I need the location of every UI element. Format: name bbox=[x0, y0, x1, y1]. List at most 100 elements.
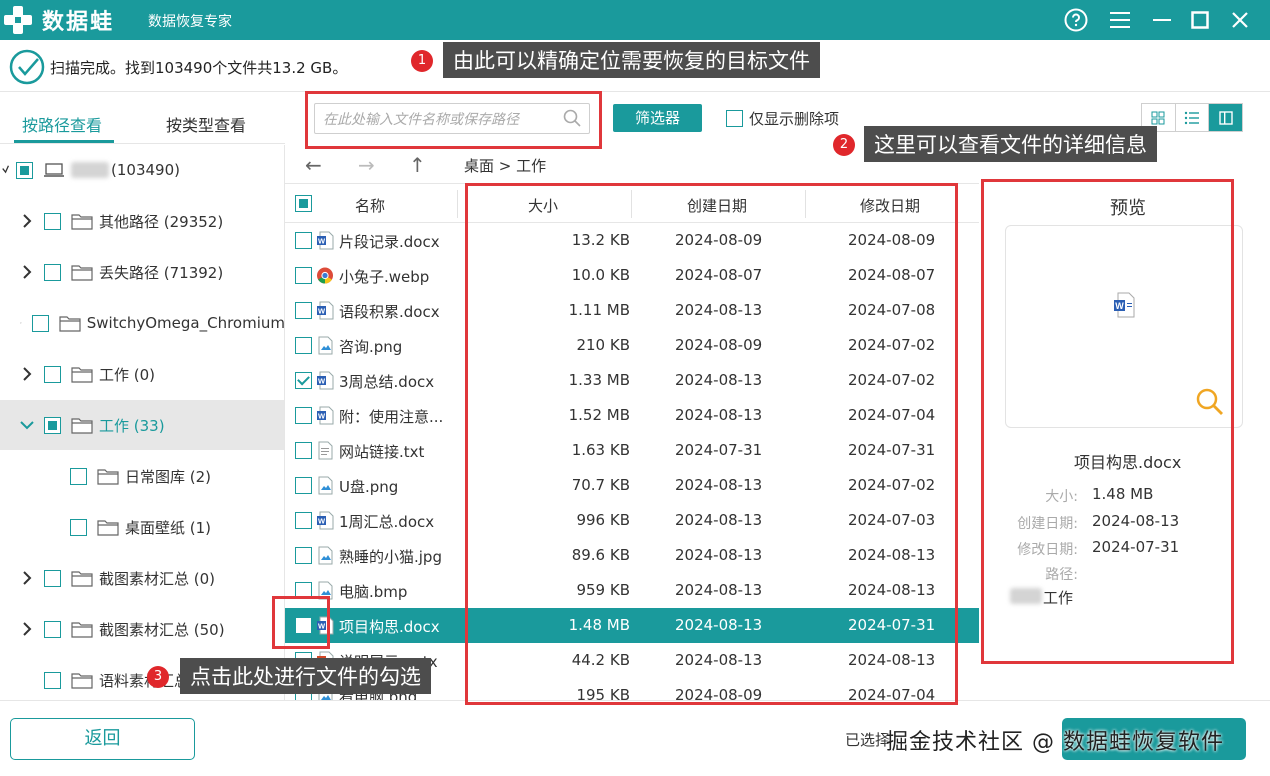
file-checkbox[interactable] bbox=[295, 582, 312, 599]
col-name-header[interactable]: 名称 bbox=[355, 195, 385, 216]
file-checkbox[interactable] bbox=[295, 512, 312, 529]
tab-by-type[interactable]: 按类型查看 bbox=[166, 112, 246, 136]
col-size-header[interactable]: 大小 bbox=[528, 195, 558, 216]
file-row[interactable]: W 1周汇总.docx 996 KB 2024-08-13 2024-07-03 bbox=[285, 503, 979, 538]
file-checkbox[interactable] bbox=[295, 407, 312, 424]
file-checkbox[interactable] bbox=[295, 267, 312, 284]
chevron-right-icon[interactable] bbox=[20, 214, 34, 228]
file-checkbox[interactable] bbox=[295, 547, 312, 564]
preview-path-value: 工作 bbox=[1043, 589, 1074, 607]
file-row[interactable]: 电脑.bmp 959 KB 2024-08-13 2024-08-13 bbox=[285, 573, 979, 608]
tree-item[interactable]: (103490) bbox=[0, 145, 284, 195]
chevron-down-icon[interactable] bbox=[2, 163, 12, 177]
tree-checkbox[interactable] bbox=[70, 467, 87, 485]
annotation-badge-1: 1 bbox=[411, 50, 433, 72]
file-size: 1.11 MB bbox=[568, 301, 630, 319]
chevron-right-icon[interactable] bbox=[20, 265, 34, 279]
deleted-only-toggle[interactable]: 仅显示删除项 bbox=[726, 108, 839, 129]
folder-icon bbox=[97, 468, 125, 485]
folder-tree: (103490) 其他路径 (29352) 丢失路径 (71392) SwitchyO… bbox=[0, 145, 285, 700]
file-checkbox[interactable] bbox=[295, 302, 312, 319]
up-arrow-icon[interactable]: ↑ bbox=[409, 153, 426, 177]
file-row[interactable]: 熟睡的小猫.jpg 89.6 KB 2024-08-13 2024-08-13 bbox=[285, 538, 979, 573]
file-row[interactable]: 小兔子.webp 10.0 KB 2024-08-07 2024-08-07 bbox=[285, 258, 979, 293]
chevron-right-icon[interactable] bbox=[20, 316, 22, 330]
annotation-1: 由此可以精确定位需要恢复的目标文件 bbox=[443, 42, 820, 78]
minimize-icon[interactable] bbox=[1148, 6, 1176, 34]
tree-item-label: 桌面壁纸 (1) bbox=[125, 518, 212, 537]
file-checkbox[interactable] bbox=[295, 442, 312, 459]
search-input[interactable]: 在此处输入文件名称或保存路径 bbox=[314, 103, 590, 134]
tree-checkbox[interactable] bbox=[44, 671, 61, 689]
tree-checkbox[interactable] bbox=[44, 620, 61, 638]
file-checkbox[interactable] bbox=[295, 477, 312, 494]
file-row[interactable]: U盘.png 70.7 KB 2024-08-13 2024-07-02 bbox=[285, 468, 979, 503]
file-checkbox[interactable] bbox=[295, 372, 312, 389]
col-modified-header[interactable]: 修改日期 bbox=[860, 195, 920, 216]
preview-created-value: 2024-08-13 bbox=[1092, 512, 1180, 530]
help-icon[interactable] bbox=[1062, 6, 1090, 34]
file-created: 2024-08-13 bbox=[675, 511, 763, 529]
tree-checkbox[interactable] bbox=[44, 569, 61, 587]
close-icon[interactable] bbox=[1226, 6, 1254, 34]
tree-item[interactable]: 其他路径 (29352) bbox=[0, 196, 284, 246]
filter-button[interactable]: 筛选器 bbox=[613, 104, 702, 132]
file-size: 996 KB bbox=[576, 511, 630, 529]
back-arrow-icon[interactable]: ← bbox=[305, 153, 322, 177]
tree-item-label: 丢失路径 (71392) bbox=[99, 263, 224, 282]
file-row[interactable]: W 片段记录.docx 13.2 KB 2024-08-09 2024-08-09 bbox=[285, 223, 979, 258]
col-created-header[interactable]: 创建日期 bbox=[687, 195, 747, 216]
deleted-only-checkbox[interactable] bbox=[726, 110, 743, 127]
file-row[interactable]: W 项目构思.docx 1.48 MB 2024-08-13 2024-07-31 bbox=[285, 608, 979, 643]
file-row[interactable]: W 附：使用注意... 1.52 MB 2024-08-13 2024-07-04 bbox=[285, 398, 979, 433]
file-row[interactable]: 咨询.png 210 KB 2024-08-09 2024-07-02 bbox=[285, 328, 979, 363]
active-tab-indicator bbox=[14, 140, 114, 143]
select-all-checkbox[interactable] bbox=[295, 195, 312, 212]
file-modified: 2024-08-13 bbox=[848, 546, 936, 564]
file-checkbox[interactable] bbox=[295, 337, 312, 354]
tab-by-path[interactable]: 按路径查看 bbox=[22, 112, 102, 136]
tree-item[interactable]: 工作 (0) bbox=[0, 349, 284, 399]
preview-created-label: 创建日期: bbox=[1017, 516, 1078, 532]
menu-icon[interactable] bbox=[1106, 6, 1134, 34]
annotation-badge-3: 3 bbox=[147, 666, 169, 688]
tree-item[interactable]: 丢失路径 (71392) bbox=[0, 247, 284, 297]
tree-item-label: 工作 (33) bbox=[99, 416, 165, 435]
file-checkbox[interactable] bbox=[295, 617, 312, 634]
file-checkbox[interactable] bbox=[295, 232, 312, 249]
tree-item[interactable]: 工作 (33) bbox=[0, 400, 284, 450]
zoom-preview-icon[interactable] bbox=[1195, 387, 1225, 417]
tree-checkbox[interactable] bbox=[44, 365, 61, 383]
tree-item-label: 截图素材汇总 (50) bbox=[99, 620, 225, 639]
tree-item[interactable]: 日常图库 (2) bbox=[0, 451, 284, 501]
file-row[interactable]: 网站链接.txt 1.63 KB 2024-07-31 2024-07-31 bbox=[285, 433, 979, 468]
tree-checkbox[interactable] bbox=[44, 212, 61, 230]
chevron-down-icon[interactable] bbox=[20, 418, 34, 432]
svg-text:W: W bbox=[318, 517, 326, 526]
app-brand: 数据蛙 bbox=[42, 10, 115, 35]
file-size: 70.7 KB bbox=[571, 476, 630, 494]
maximize-icon[interactable] bbox=[1186, 6, 1214, 34]
file-row[interactable]: W 3周总结.docx 1.33 MB 2024-08-13 2024-07-02 bbox=[285, 363, 979, 398]
tree-item[interactable]: 截图素材汇总 (50) bbox=[0, 604, 284, 654]
list-view-icon[interactable] bbox=[1176, 104, 1210, 131]
tree-item-label: 日常图库 (2) bbox=[125, 467, 212, 486]
tree-checkbox[interactable] bbox=[16, 161, 33, 179]
tree-checkbox[interactable] bbox=[31, 314, 49, 332]
tree-item-label: (103490) bbox=[111, 161, 180, 179]
detail-view-icon[interactable] bbox=[1209, 104, 1243, 131]
file-row[interactable]: W 语段积累.docx 1.11 MB 2024-08-13 2024-07-08 bbox=[285, 293, 979, 328]
chevron-right-icon[interactable] bbox=[20, 571, 34, 585]
file-name: 项目构思.docx bbox=[339, 618, 440, 636]
tree-checkbox[interactable] bbox=[70, 518, 87, 536]
search-icon[interactable] bbox=[563, 109, 581, 127]
chevron-right-icon[interactable] bbox=[20, 367, 34, 381]
tree-checkbox[interactable] bbox=[44, 416, 61, 434]
tree-item[interactable]: 截图素材汇总 (0) bbox=[0, 553, 284, 603]
tree-checkbox[interactable] bbox=[44, 263, 61, 281]
chevron-right-icon[interactable] bbox=[20, 622, 34, 636]
back-button[interactable]: 返回 bbox=[10, 718, 195, 760]
tree-item[interactable]: 桌面壁纸 (1) bbox=[0, 502, 284, 552]
tree-item[interactable]: SwitchyOmega_Chromium bbox=[0, 298, 284, 348]
forward-arrow-icon[interactable]: → bbox=[358, 153, 375, 177]
